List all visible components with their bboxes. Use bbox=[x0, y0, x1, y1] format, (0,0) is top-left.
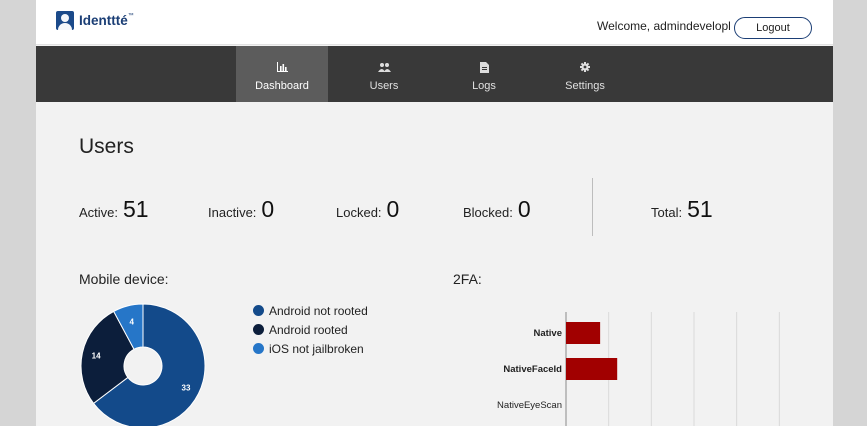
nav-item-dashboard[interactable]: Dashboard bbox=[236, 46, 328, 102]
main-nav: Dashboard Users Logs Settings bbox=[36, 46, 833, 102]
twofa-title: 2FA: bbox=[453, 271, 482, 287]
bar-category-label: NativeFaceId bbox=[503, 364, 562, 375]
stat-label: Blocked: bbox=[463, 205, 513, 220]
legend-label: Android not rooted bbox=[269, 303, 368, 318]
trademark-mark: ™ bbox=[127, 13, 134, 19]
stat-value: 51 bbox=[687, 196, 713, 222]
twofa-bar-chart: Native NativeFaceId NativeEyeScan bbox=[497, 312, 780, 426]
stat-label: Total: bbox=[651, 205, 683, 220]
legend-label: Android rooted bbox=[269, 322, 348, 337]
bar-category-label: Native bbox=[533, 328, 562, 339]
nav-label-users: Users bbox=[369, 80, 399, 92]
users-icon bbox=[338, 62, 430, 74]
nav-item-users[interactable]: Users bbox=[338, 46, 430, 102]
legend-item[interactable]: Android not rooted bbox=[253, 301, 368, 320]
stat-label: Locked: bbox=[336, 205, 382, 220]
logout-button[interactable]: Logout bbox=[734, 17, 812, 39]
stat-blocked: Blocked: 0 bbox=[463, 196, 531, 223]
stat-value: 0 bbox=[386, 196, 400, 222]
users-section-title: Users bbox=[79, 135, 134, 158]
nav-label-settings: Settings bbox=[565, 80, 605, 92]
pie-data-label: 4 bbox=[130, 317, 135, 326]
nav-item-settings[interactable]: Settings bbox=[539, 46, 631, 102]
pie-data-label: 14 bbox=[92, 352, 101, 361]
bar-chart-icon bbox=[236, 62, 328, 74]
stat-value: 0 bbox=[261, 196, 275, 222]
stat-label: Active: bbox=[79, 205, 119, 220]
legend-swatch bbox=[253, 305, 264, 316]
stat-active: Active: 51 bbox=[79, 196, 149, 223]
nav-label-logs: Logs bbox=[472, 80, 496, 92]
pie-legend: Android not rooted Android rooted iOS not … bbox=[253, 301, 368, 358]
legend-item[interactable]: Android rooted bbox=[253, 320, 368, 339]
bar-native[interactable] bbox=[566, 322, 601, 344]
mobile-device-title: Mobile device: bbox=[79, 271, 169, 287]
nav-label-dashboard: Dashboard bbox=[255, 80, 309, 92]
stat-locked: Locked: 0 bbox=[336, 196, 399, 223]
stat-value: 0 bbox=[517, 196, 531, 222]
legend-item[interactable]: iOS not jailbroken bbox=[253, 339, 368, 358]
stat-total: Total: 51 bbox=[651, 196, 713, 223]
legend-swatch bbox=[253, 343, 264, 354]
document-icon bbox=[438, 62, 530, 74]
bar-category-label: NativeEyeScan bbox=[497, 400, 562, 411]
nav-item-logs[interactable]: Logs bbox=[438, 46, 530, 102]
mobile-device-pie-chart: 33 14 4 bbox=[80, 303, 206, 426]
stat-label: Inactive: bbox=[208, 205, 257, 220]
legend-swatch bbox=[253, 324, 264, 335]
logo-text: Identtté™ bbox=[79, 13, 134, 28]
pie-data-label: 33 bbox=[182, 383, 191, 392]
app-page: Identtté™ Welcome, admindevelopl Logout … bbox=[36, 0, 833, 426]
stats-divider bbox=[592, 178, 593, 236]
logo[interactable]: Identtté™ bbox=[56, 11, 134, 30]
legend-label: iOS not jailbroken bbox=[269, 341, 364, 356]
top-bar: Identtté™ Welcome, admindevelopl Logout bbox=[36, 0, 833, 45]
stat-inactive: Inactive: 0 bbox=[208, 196, 274, 223]
bar-nativefaceid[interactable] bbox=[566, 358, 618, 380]
welcome-message: Welcome, admindevelopl bbox=[597, 19, 731, 33]
gear-icon bbox=[539, 62, 631, 74]
stat-value: 51 bbox=[123, 196, 149, 222]
user-badge-icon bbox=[56, 11, 74, 30]
